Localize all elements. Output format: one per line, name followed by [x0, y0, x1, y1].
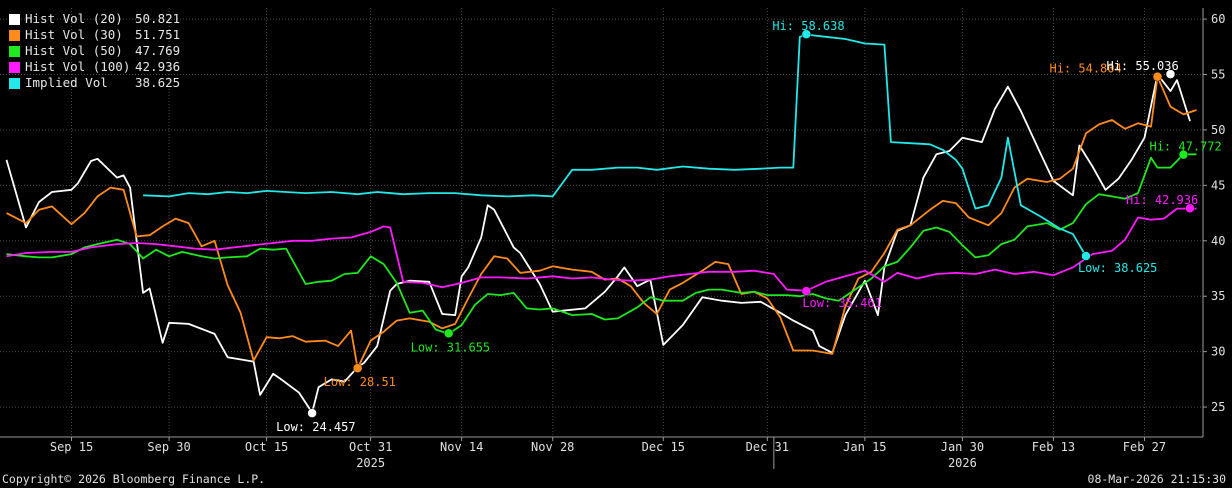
x-tick-label: Sep 15 — [50, 440, 93, 454]
legend-item[interactable]: Hist Vol (30) 51.751 — [9, 27, 180, 43]
annotation-label: Hi: 58.638 — [772, 19, 844, 33]
x-tick-label: Dec 31 — [746, 440, 789, 454]
annotation-label: Low: 28.51 — [324, 375, 396, 389]
y-tick-label: 55 — [1211, 68, 1225, 82]
legend-item[interactable]: Hist Vol (50) 47.769 — [9, 43, 180, 59]
x-tick-label: Oct 15 — [245, 440, 288, 454]
annotation-marker — [1152, 71, 1163, 82]
legend-swatch — [9, 13, 20, 25]
legend-value: 50.821 — [135, 11, 181, 26]
x-tick-label: Sep 30 — [147, 440, 190, 454]
legend-swatch — [9, 77, 20, 89]
x-tick-label: Feb 27 — [1123, 440, 1166, 454]
legend-swatch — [9, 45, 20, 57]
y-tick-label: 40 — [1211, 234, 1225, 248]
annotation-marker — [1081, 251, 1091, 261]
x-tick-label: Oct 31 — [349, 440, 392, 454]
x-year-label: 2025 — [356, 456, 385, 470]
legend-label: Hist Vol (100) — [25, 59, 131, 74]
y-tick-label: 35 — [1211, 289, 1225, 303]
legend-swatch — [9, 29, 20, 41]
annotation-label: Low: 31.655 — [411, 340, 490, 354]
legend-value: 38.625 — [135, 75, 181, 90]
legend-swatch — [9, 61, 20, 73]
annotation-label: Hi: 55.036 — [1106, 59, 1178, 73]
legend-value: 51.751 — [135, 27, 181, 42]
annotation-marker — [801, 286, 812, 296]
x-tick-label: Dec 15 — [642, 440, 685, 454]
legend-item[interactable]: Implied Vol 38.625 — [9, 75, 180, 91]
annotation-label: Hi: 47.772 — [1149, 140, 1221, 154]
y-tick-label: 30 — [1211, 345, 1225, 359]
y-tick-label: 50 — [1211, 123, 1225, 137]
volatility-chart: 25 30 35 40 45 50 55 60 Sep 15 Sep 30 Oct 15 Oct 31… — [0, 8, 1225, 470]
annotation-label: Low: 38.625 — [1078, 261, 1157, 275]
annotation-label: Hi: 42.936 — [1126, 193, 1198, 207]
annotation-marker — [443, 328, 454, 339]
legend: Hist Vol (20) 50.821 Hist Vol (30) 51.75… — [9, 11, 180, 91]
legend-value: 42.936 — [135, 59, 181, 74]
legend-value: 47.769 — [135, 43, 181, 58]
x-tick-label: Jan 15 — [843, 440, 886, 454]
annotation-label: Low: 24.457 — [276, 420, 355, 434]
timestamp-text: 08-Mar-2026 21:15:30 — [1087, 472, 1226, 486]
legend-item[interactable]: Hist Vol (100) 42.936 — [9, 59, 180, 75]
copyright-text: Copyright© 2026 Bloomberg Finance L.P. — [2, 472, 266, 486]
legend-label: Hist Vol (30) — [25, 27, 123, 42]
series-line — [143, 33, 1087, 257]
annotation-marker — [352, 363, 363, 373]
x-tick-label: Jan 30 — [941, 440, 984, 454]
legend-label: Hist Vol (20) — [25, 11, 123, 26]
y-tick-label: 60 — [1211, 12, 1225, 26]
legend-label: Hist Vol (50) — [25, 43, 123, 58]
y-tick-label: 25 — [1211, 400, 1225, 414]
annotation-marker — [307, 408, 317, 418]
series-line — [5, 73, 1191, 414]
legend-item[interactable]: Hist Vol (20) 50.821 — [9, 11, 180, 27]
x-year-label: 2026 — [948, 456, 977, 470]
x-tick-label: Nov 14 — [440, 440, 483, 454]
series-line — [6, 153, 1197, 335]
annotation-label: Low: 35.461 — [802, 296, 881, 310]
legend-label: Implied Vol — [25, 75, 108, 90]
x-tick-label: Feb 13 — [1032, 440, 1075, 454]
x-tick-label: Nov 28 — [531, 440, 574, 454]
y-tick-label: 45 — [1211, 178, 1225, 192]
